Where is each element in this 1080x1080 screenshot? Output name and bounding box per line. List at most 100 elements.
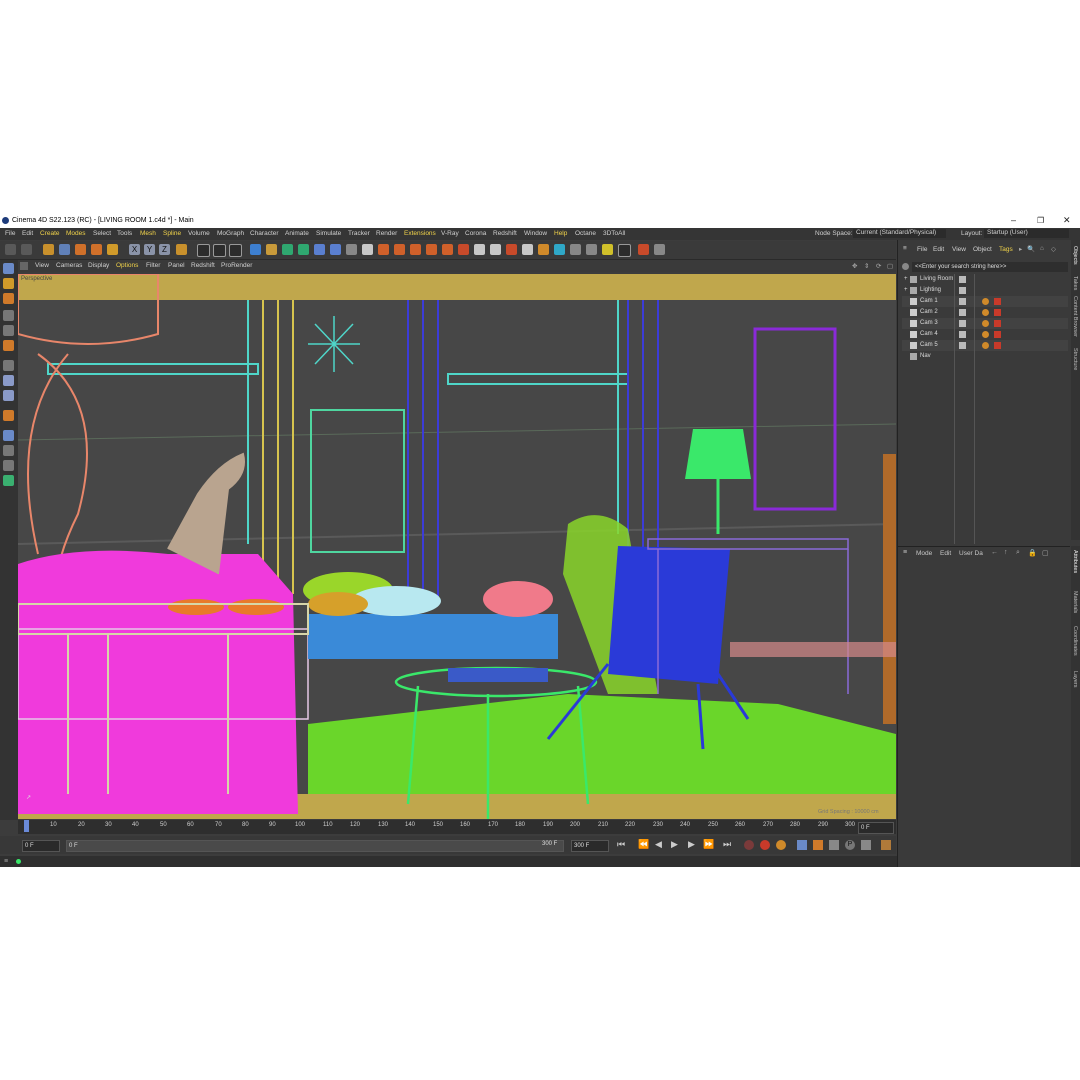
timeline-ruler[interactable]: 0 10 20 30 40 50 60 70 80 90 100 110 120… — [18, 820, 896, 834]
play-icon[interactable]: ▶ — [671, 839, 678, 850]
end-frame-field[interactable]: 300 F — [571, 840, 609, 852]
menu-redshift[interactable]: Redshift — [493, 230, 517, 237]
light-icon[interactable] — [362, 244, 373, 255]
lock-icon[interactable]: 🔒 — [1028, 549, 1037, 557]
playhead[interactable] — [24, 820, 29, 832]
render-tag-icon[interactable] — [994, 331, 1001, 338]
object-row-cam-2[interactable]: Cam 2 — [902, 307, 1068, 318]
viewport-menu-view[interactable]: View — [35, 262, 49, 269]
redo-icon[interactable] — [21, 244, 32, 255]
viewport-menu-cameras[interactable]: Cameras — [56, 262, 82, 269]
om-toggle-icon[interactable] — [902, 263, 909, 270]
om-menu-file[interactable]: File — [917, 246, 927, 253]
render-tag-icon[interactable] — [994, 298, 1001, 305]
menu-tracker[interactable]: Tracker — [348, 230, 370, 237]
menu-edit[interactable]: Edit — [22, 230, 33, 237]
object-row-cam-4[interactable]: Cam 4 — [902, 329, 1068, 340]
attribute-manager-menu-icon[interactable]: ≡ — [903, 549, 907, 556]
octane-material-icon[interactable] — [554, 244, 565, 255]
tag-icon[interactable] — [982, 309, 989, 316]
tab-attributes[interactable]: Attributes — [1072, 550, 1078, 573]
record-icon[interactable] — [744, 840, 754, 850]
deformer-icon[interactable] — [314, 244, 325, 255]
pen-icon[interactable] — [266, 244, 277, 255]
sculpt-icon[interactable] — [3, 445, 14, 456]
menu-tools[interactable]: Tools — [117, 230, 132, 237]
menu-3dtoall[interactable]: 3DToAll — [603, 230, 625, 237]
timeline-window-icon[interactable] — [881, 840, 891, 850]
layer-icon[interactable] — [959, 287, 966, 294]
vray-render-icon[interactable] — [410, 244, 421, 255]
octane-render-icon[interactable] — [618, 244, 631, 257]
snap-icon[interactable] — [3, 390, 14, 401]
menu-volume[interactable]: Volume — [188, 230, 210, 237]
autokey-icon[interactable] — [760, 840, 770, 850]
enable-axis-icon[interactable] — [3, 360, 14, 371]
menu-character[interactable]: Character — [250, 230, 279, 237]
tweak-icon[interactable] — [3, 375, 14, 386]
layer-icon[interactable] — [959, 331, 966, 338]
menu-mesh[interactable]: Mesh — [140, 230, 156, 237]
search-icon[interactable]: ⌕ — [1016, 549, 1020, 557]
camera-icon[interactable] — [346, 244, 357, 255]
menu-animate[interactable]: Animate — [285, 230, 309, 237]
layout-dropdown[interactable]: Startup (User) — [984, 229, 1069, 238]
rotate-icon[interactable] — [91, 244, 102, 255]
om-menu-edit[interactable]: Edit — [933, 246, 944, 253]
octane-light-icon[interactable] — [602, 244, 613, 255]
key-rotation-icon[interactable] — [829, 840, 839, 850]
previous-frame-icon[interactable]: ◀ — [655, 839, 662, 850]
redshift-render-icon[interactable] — [506, 244, 517, 255]
object-row-cam-5[interactable]: Cam 5 — [902, 340, 1068, 351]
octane-object-icon[interactable] — [586, 244, 597, 255]
object-row-cam-1[interactable]: Cam 1 — [902, 296, 1068, 307]
viewport-menu-filter[interactable]: Filter — [146, 262, 160, 269]
scale-icon[interactable] — [75, 244, 86, 255]
expand-toggle-icon[interactable]: + — [904, 285, 908, 296]
keyframe-selection-icon[interactable] — [776, 840, 786, 850]
transform-icon[interactable] — [107, 244, 118, 255]
om-home-icon[interactable]: ⌂ — [1040, 245, 1044, 252]
x-axis-icon[interactable]: X — [129, 244, 140, 255]
current-frame-field[interactable]: 0 F — [858, 822, 894, 834]
object-row-lighting[interactable]: + Lighting — [902, 285, 1068, 296]
tab-materials[interactable]: Materials — [1072, 591, 1078, 613]
tag-icon[interactable] — [982, 331, 989, 338]
tag-icon[interactable] — [982, 320, 989, 327]
viewport-rotate-icon[interactable]: ⟳ — [876, 262, 881, 270]
viewport-maximize-icon[interactable]: ▢ — [887, 262, 893, 270]
octane-settings-icon[interactable] — [570, 244, 581, 255]
om-menu-tags[interactable]: Tags — [999, 246, 1013, 253]
render-tag-icon[interactable] — [994, 342, 1001, 349]
redshift-camera-icon[interactable] — [490, 244, 501, 255]
live-selection-icon[interactable] — [43, 244, 54, 255]
key-scale-icon[interactable] — [813, 840, 823, 850]
om-menu-object[interactable]: Object — [973, 246, 992, 253]
solo-icon[interactable] — [3, 460, 14, 471]
menu-vray[interactable]: V-Ray — [441, 230, 459, 237]
render-picture-viewer-icon[interactable] — [213, 244, 226, 257]
coordinate-system-icon[interactable] — [176, 244, 187, 255]
corona-icon[interactable] — [426, 244, 437, 255]
tab-content-browser[interactable]: Content Browser — [1072, 296, 1078, 337]
render-tag-icon[interactable] — [994, 320, 1001, 327]
menu-simulate[interactable]: Simulate — [316, 230, 341, 237]
viewport-zoom-icon[interactable]: ⇕ — [864, 262, 869, 270]
object-manager-menu-icon[interactable]: ≡ — [903, 245, 907, 252]
layer-icon[interactable] — [959, 309, 966, 316]
new-window-icon[interactable]: ▢ — [1042, 549, 1049, 557]
key-position-icon[interactable] — [797, 840, 807, 850]
close-button[interactable]: ✕ — [1063, 215, 1071, 226]
subdivision-icon[interactable] — [282, 244, 293, 255]
viewport-menu-prorender[interactable]: ProRender — [221, 262, 252, 269]
am-menu-mode[interactable]: Mode — [916, 550, 932, 557]
key-pla-icon[interactable] — [861, 840, 871, 850]
make-editable-icon[interactable] — [3, 263, 14, 274]
layer-icon[interactable] — [959, 298, 966, 305]
minimize-button[interactable]: – — [1011, 215, 1016, 225]
perspective-viewport[interactable]: Perspective Grid Spacing : 10000 cm ↗ — [18, 274, 896, 819]
tag-icon[interactable] — [982, 342, 989, 349]
go-to-end-icon[interactable]: ⏭ — [723, 839, 731, 850]
menu-render[interactable]: Render — [376, 230, 397, 237]
tab-layers[interactable]: Layers — [1072, 671, 1078, 688]
